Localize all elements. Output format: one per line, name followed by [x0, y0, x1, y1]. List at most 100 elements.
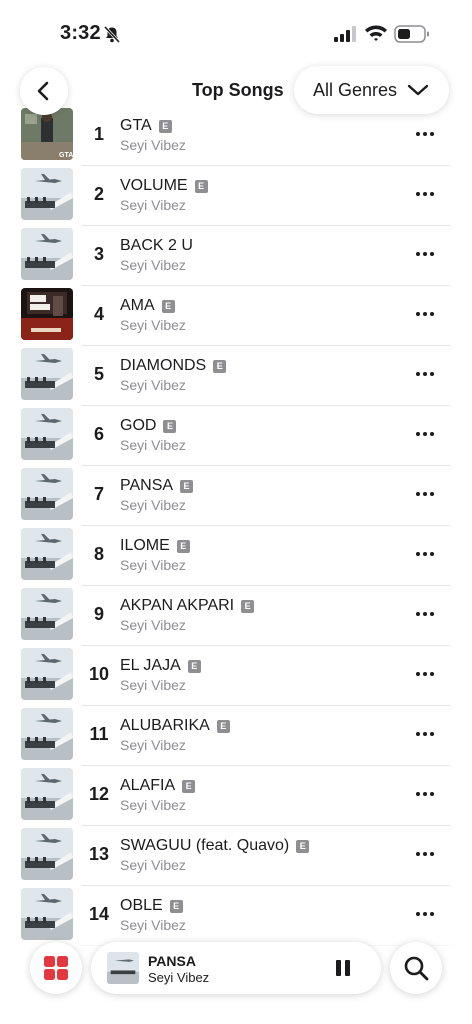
explicit-badge: E	[241, 599, 255, 613]
song-title: OBLE	[120, 897, 163, 914]
song-artwork	[21, 408, 73, 460]
grid-icon	[44, 956, 68, 980]
song-artwork	[21, 288, 73, 340]
song-rank: 8	[93, 544, 104, 564]
song-rank: 9	[93, 604, 104, 624]
ellipsis-icon	[416, 732, 420, 736]
song-row[interactable]: 5 DIAMONDS E Seyi Vibez	[0, 346, 472, 406]
back-button[interactable]	[20, 67, 68, 115]
song-row[interactable]: 3 BACK 2 U Seyi Vibez	[0, 226, 472, 286]
song-row[interactable]: 14 OBLE E Seyi Vibez	[0, 886, 472, 946]
song-title-group: SWAGUU (feat. Quavo) E	[120, 837, 310, 855]
song-row[interactable]: 11 ALUBARIKA E Seyi Vibez	[0, 706, 472, 766]
song-title-group: DIAMONDS E	[120, 357, 227, 375]
explicit-badge: E	[296, 839, 310, 853]
song-artist: Seyi Vibez	[120, 557, 186, 573]
song-row[interactable]: 6 GOD E Seyi Vibez	[0, 406, 472, 466]
explicit-badge: E	[194, 179, 208, 193]
ellipsis-icon	[416, 312, 420, 316]
chevron-down-icon	[407, 84, 429, 96]
song-rank: 1	[93, 124, 104, 144]
song-rank: 5	[93, 364, 104, 384]
explicit-badge: E	[180, 479, 194, 493]
explicit-badge: E	[169, 899, 183, 913]
more-options-button[interactable]	[412, 484, 438, 504]
cellular-signal-icon	[334, 26, 356, 42]
library-button[interactable]	[30, 942, 82, 994]
song-title-group: AKPAN AKPARI E	[120, 597, 255, 615]
search-button[interactable]	[390, 942, 442, 994]
ellipsis-icon	[416, 132, 420, 136]
song-row[interactable]: GTA 1 GTA E Seyi Vibez	[0, 106, 472, 166]
song-title: EL JAJA	[120, 657, 181, 674]
song-rank: 10	[88, 664, 110, 684]
song-artist: Seyi Vibez	[120, 317, 186, 333]
song-title: DIAMONDS	[120, 357, 207, 374]
more-options-button[interactable]	[412, 304, 438, 324]
song-row[interactable]: 13 SWAGUU (feat. Quavo) E Seyi Vibez	[0, 826, 472, 886]
song-artwork	[21, 528, 73, 580]
explicit-badge: E	[163, 419, 177, 433]
more-options-button[interactable]	[412, 664, 438, 684]
more-options-button[interactable]	[412, 844, 438, 864]
song-row[interactable]: 8 ILOME E Seyi Vibez	[0, 526, 472, 586]
ellipsis-icon	[416, 492, 420, 496]
song-title-group: VOLUME E	[120, 177, 208, 195]
song-row[interactable]: 2 VOLUME E Seyi Vibez	[0, 166, 472, 226]
bell-slash-icon	[103, 25, 121, 44]
explicit-badge: E	[161, 299, 175, 313]
wifi-icon	[365, 25, 387, 41]
ellipsis-icon	[416, 252, 420, 256]
ellipsis-icon	[416, 672, 420, 676]
song-rank: 12	[88, 784, 110, 804]
pause-icon[interactable]	[334, 959, 352, 977]
explicit-badge: E	[158, 119, 172, 133]
song-row[interactable]: 4 AMA E Seyi Vibez	[0, 286, 472, 346]
more-options-button[interactable]	[412, 604, 438, 624]
ellipsis-icon	[416, 432, 420, 436]
genre-filter-button[interactable]: All Genres	[294, 66, 449, 114]
ellipsis-icon	[416, 372, 420, 376]
song-list: GTA 1 GTA E Seyi Vibez 2 VOLUME E Seyi Vibez 3 BAC…	[0, 106, 472, 946]
more-options-button[interactable]	[412, 244, 438, 264]
mini-player-artwork	[107, 952, 139, 984]
more-options-button[interactable]	[412, 124, 438, 144]
song-title: ALAFIA	[120, 777, 176, 794]
more-options-button[interactable]	[412, 784, 438, 804]
song-title-group: BACK 2 U	[120, 237, 193, 255]
mini-player[interactable]: PANSA Seyi Vibez	[91, 942, 381, 994]
more-options-button[interactable]	[412, 424, 438, 444]
svg-text:GTA: GTA	[59, 152, 73, 159]
song-row[interactable]: 12 ALAFIA E Seyi Vibez	[0, 766, 472, 826]
song-title: VOLUME	[120, 177, 188, 194]
more-options-button[interactable]	[412, 724, 438, 744]
ellipsis-icon	[416, 192, 420, 196]
song-artwork	[21, 828, 73, 880]
explicit-badge: E	[176, 539, 190, 553]
song-artwork: GTA	[21, 108, 73, 160]
more-options-button[interactable]	[412, 184, 438, 204]
song-title-group: EL JAJA E	[120, 657, 201, 675]
more-options-button[interactable]	[412, 364, 438, 384]
song-artwork	[21, 348, 73, 400]
song-rank: 4	[93, 304, 104, 324]
more-options-button[interactable]	[412, 904, 438, 924]
song-artist: Seyi Vibez	[120, 437, 186, 453]
genre-filter-label: All Genres	[313, 79, 398, 100]
song-row[interactable]: 7 PANSA E Seyi Vibez	[0, 466, 472, 526]
mini-player-title: PANSA	[148, 953, 196, 969]
song-row[interactable]: 9 AKPAN AKPARI E Seyi Vibez	[0, 586, 472, 646]
song-artist: Seyi Vibez	[120, 497, 186, 513]
song-artwork	[21, 768, 73, 820]
song-rank: 2	[93, 184, 104, 204]
more-options-button[interactable]	[412, 544, 438, 564]
song-title-group: GOD E	[120, 417, 177, 435]
song-row[interactable]: 10 EL JAJA E Seyi Vibez	[0, 646, 472, 706]
song-artist: Seyi Vibez	[120, 917, 186, 933]
song-artwork	[21, 888, 73, 940]
song-artwork	[21, 228, 73, 280]
song-title: AMA	[120, 297, 155, 314]
song-title: GTA	[120, 117, 152, 134]
ellipsis-icon	[416, 852, 420, 856]
song-rank: 3	[93, 244, 104, 264]
